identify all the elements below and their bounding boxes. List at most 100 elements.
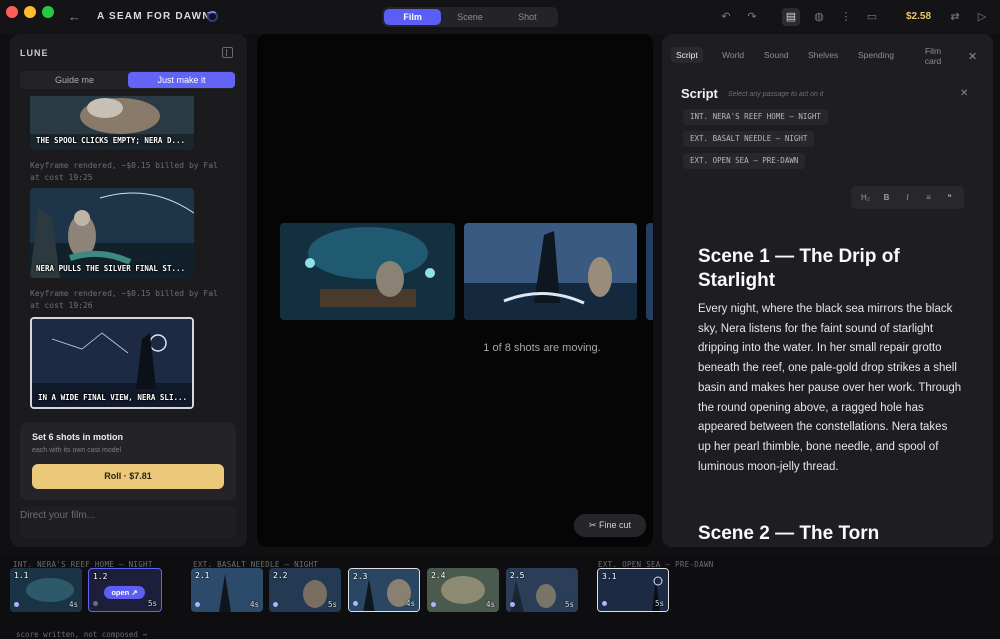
clip-status-dot (353, 601, 358, 606)
timeline-clip[interactable]: 2.5 5s (506, 568, 578, 612)
clip-number: 2.5 (510, 571, 525, 580)
assist-mode-toggle: Guide me Just make it (20, 71, 236, 89)
shot-card[interactable] (280, 223, 455, 320)
tab-shot[interactable]: Shot (499, 9, 556, 25)
tab-scene[interactable]: Scene (441, 9, 498, 25)
fine-cut-button[interactable]: ✂ Fine cut (574, 514, 646, 537)
format-toolbar: H₂ B I ≡ ❝ (851, 186, 964, 209)
close-script-icon[interactable]: ✕ (960, 88, 968, 99)
play-icon[interactable]: ▷ (973, 8, 991, 26)
close-panel-icon[interactable]: ✕ (968, 50, 977, 63)
scene-2-title: Scene 2 — The Torn (698, 523, 880, 544)
keyframe-thumbnail[interactable]: NERA PULLS THE SILVER FINAL ST... (30, 188, 194, 278)
keyframe-caption: NERA PULLS THE SILVER FINAL ST... (36, 264, 186, 273)
clip-number: 2.3 (353, 572, 368, 581)
tab-world[interactable]: World (722, 50, 744, 60)
quote-button[interactable]: ❝ (942, 193, 958, 202)
shot-card[interactable] (464, 223, 637, 320)
balance-readout: $2.58 (906, 11, 932, 22)
script-icon[interactable]: ▤ (782, 8, 800, 26)
window-minimize-button[interactable] (24, 6, 36, 18)
progress-spinner-icon (207, 11, 218, 22)
keyframe-caption: IN A WIDE FINAL VIEW, NERA SLI... (38, 393, 188, 402)
clip-duration: 4s (485, 600, 495, 609)
slugline-chip[interactable]: EXT. OPEN SEA — PRE-DAWN (683, 153, 806, 169)
inspector-tabs: Script World Sound Shelves Spending Film… (670, 46, 970, 70)
tab-spending[interactable]: Spending (858, 50, 894, 60)
collapse-panel-icon[interactable] (222, 47, 233, 58)
assistant-feed[interactable]: THE SPOOL CLICKS EMPTY; NERA D... Keyfra… (10, 96, 247, 416)
bold-button[interactable]: B (879, 193, 895, 202)
tab-film-card[interactable]: Film card (922, 46, 944, 66)
clip-number: 2.1 (195, 571, 210, 580)
clip-duration: 5s (147, 599, 157, 608)
timeline: INT. NERA'S REEF HOME — NIGHT EXT. BASAL… (0, 556, 1000, 639)
timeline-clip[interactable]: 1.1 4s (10, 568, 82, 612)
clip-duration: 5s (327, 600, 337, 609)
scissors-icon: ✂ (588, 520, 600, 530)
clip-status-dot (602, 601, 607, 606)
tab-script[interactable]: Script (671, 47, 703, 63)
clip-number: 1.2 (93, 572, 108, 581)
motion-status: 1 of 8 shots are moving. (483, 342, 601, 354)
motion-card: Set 6 shots in motion each with its own … (20, 422, 236, 500)
tab-shelves[interactable]: Shelves (808, 50, 838, 60)
timeline-clip[interactable]: 2.4 4s (427, 568, 499, 612)
clip-number: 1.1 (14, 571, 29, 580)
shot-image (464, 223, 637, 320)
shot-image (280, 223, 455, 320)
waveform-icon[interactable]: ⋮ (837, 8, 855, 26)
script-heading: Script (681, 86, 718, 101)
clip-number: 2.4 (431, 571, 446, 580)
clip-number: 2.2 (273, 571, 288, 580)
back-arrow-icon[interactable]: ← (68, 9, 81, 24)
list-button[interactable]: ≡ (921, 193, 937, 202)
direct-film-input[interactable]: Direct your film... (20, 506, 236, 538)
heading-button[interactable]: H₂ (858, 193, 874, 202)
timeline-clip[interactable]: 3.1 5s (597, 568, 669, 612)
motion-card-title: Set 6 shots in motion (32, 432, 124, 442)
scene-1-title: Scene 1 — The Drip of Starlight (698, 246, 900, 291)
clip-duration: 5s (564, 600, 574, 609)
project-title: A SEAM FOR DAWN (97, 11, 211, 22)
redo-icon[interactable]: ↷ (743, 8, 761, 26)
timeline-clip[interactable]: 2.1 4s (191, 568, 263, 612)
folder-icon[interactable]: ▭ (863, 8, 881, 26)
timeline-clip[interactable]: 2.2 5s (269, 568, 341, 612)
keyframe-thumbnail[interactable]: THE SPOOL CLICKS EMPTY; NERA D... (30, 96, 194, 150)
italic-button[interactable]: I (900, 193, 916, 202)
tab-sound[interactable]: Sound (764, 50, 789, 60)
clip-status-dot (431, 602, 436, 607)
settings-icon[interactable]: ⇄ (946, 8, 964, 26)
clip-status-dot (93, 601, 98, 606)
title-bar: ← A SEAM FOR DAWN Film Scene Shot ↶ ↷ ▤ … (0, 0, 1000, 34)
score-status-link[interactable]: score written, not composed → (16, 630, 147, 639)
keyframe-thumbnail-selected[interactable]: IN A WIDE FINAL VIEW, NERA SLI... (30, 317, 194, 409)
scene-1-body[interactable]: Every night, where the black sea mirrors… (698, 300, 962, 477)
open-clip-button[interactable]: open ↗ (104, 586, 145, 599)
just-make-it-button[interactable]: Just make it (128, 72, 235, 88)
keyframe-caption: THE SPOOL CLICKS EMPTY; NERA D... (36, 136, 186, 145)
clip-duration: 5s (654, 599, 664, 608)
clip-status-dot (273, 602, 278, 607)
clip-status-dot (195, 602, 200, 607)
shot-card-partial[interactable] (646, 223, 653, 320)
undo-icon[interactable]: ↶ (717, 8, 735, 26)
assistant-panel: LUNE Guide me Just make it THE SPOOL CLI… (10, 34, 247, 547)
timeline-clip-playhead[interactable]: 2.3 4s (348, 568, 420, 612)
clip-number: 3.1 (602, 572, 617, 581)
tab-film[interactable]: Film (384, 9, 442, 25)
slugline-chip[interactable]: INT. NERA'S REEF HOME — NIGHT (683, 109, 828, 125)
window-close-button[interactable] (6, 6, 18, 18)
slugline-chip[interactable]: EXT. BASALT NEEDLE — NIGHT (683, 131, 815, 147)
film-viewer: 1 of 8 shots are moving. ✂ Fine cut (257, 34, 653, 547)
roll-button[interactable]: Roll · $7.81 (32, 464, 224, 489)
mode-tabs: Film Scene Shot (382, 7, 558, 27)
clip-duration: 4s (405, 599, 415, 608)
guide-me-button[interactable]: Guide me (21, 72, 128, 88)
script-hint: Select any passage to act on it (728, 91, 824, 98)
window-zoom-button[interactable] (42, 6, 54, 18)
palette-icon[interactable]: ◍ (810, 8, 828, 26)
shot-image (646, 223, 653, 320)
clip-status-dot (510, 602, 515, 607)
